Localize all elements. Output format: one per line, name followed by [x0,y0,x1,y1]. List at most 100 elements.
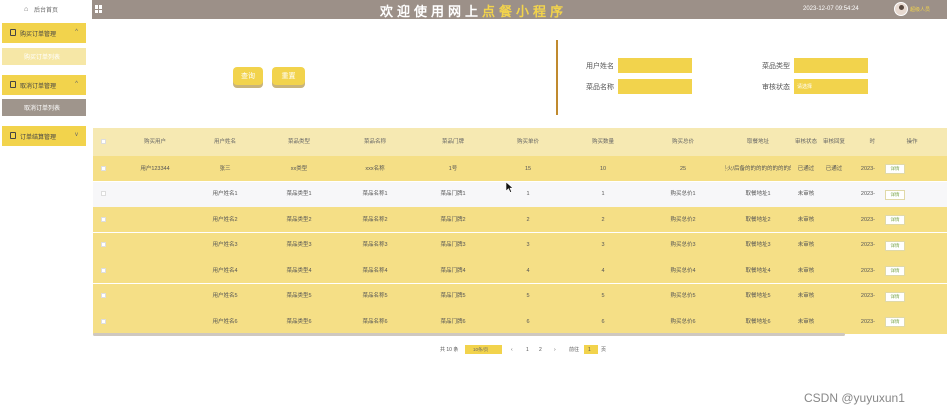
audit-status-select[interactable]: 请选择 [794,79,868,94]
col-header: 购买数量 [591,139,614,145]
table-cell [821,182,847,207]
row-checkbox[interactable] [101,191,106,196]
table-cell: 4 [526,267,530,274]
col-header: 菜品类型 [287,139,310,145]
detail-button[interactable]: 详情 [885,215,905,225]
table-row[interactable]: 用户姓名6 菜品类型6 菜品名称6 菜品门牌6 6 6 购买总价6 取餐地址6 未审核 2023-… [93,309,947,334]
username-input[interactable] [618,58,692,73]
sidebar-item-purchase-order-list[interactable]: 购买订单列表 [2,48,86,65]
table-cell: 5 [526,293,530,299]
home-link[interactable]: ⌂ 后台首页 [0,0,92,19]
dish-name-input[interactable] [618,79,692,94]
horizontal-scrollbar[interactable] [93,333,845,336]
detail-button[interactable]: 详情 [885,317,905,327]
table-row[interactable]: 用户姓名2 菜品类型2 菜品名称2 菜品门牌2 2 2 购买总价2 取餐地址2 未审核 2023-… [93,207,947,232]
table-cell: 2023- [860,216,875,223]
page-size-select[interactable]: 10条/页 [465,345,502,354]
row-checkbox[interactable] [101,216,106,222]
table-cell: 购买总价6 [670,318,696,325]
table-cell: 用户姓名6 [212,318,238,325]
table-cell: 取餐地址5 [745,293,771,299]
title-part-2: 点餐小程序 [482,4,568,19]
table-cell: 用户姓名2 [212,216,238,223]
table-cell: 6 [526,318,530,325]
divider [556,40,558,115]
table-row[interactable]: 用户姓名4 菜品类型4 菜品名称4 菜品门牌4 4 4 购买总价4 取餐地址4 未审核 2023-… [93,258,947,283]
table-cell: 取餐地址6 [745,318,771,325]
col-header: 购买用户 [143,139,166,145]
table-row[interactable]: 用户123344 张三 xx类型 xxx名称 1号 15 10 25 冬火/后备的的的的的的的的… [93,156,947,181]
sidebar: 购买订单管理 ^ 购买订单列表 取消订单管理 ^ 取消订单列表 订单结算管理 v [0,19,92,414]
table-cell: 未审核 [797,216,815,223]
reset-button[interactable]: 重置 [272,67,305,85]
table-cell [123,284,187,309]
table-cell: 用户姓名5 [212,293,238,299]
table-cell: 菜品门牌6 [440,318,466,325]
table-cell: 3 [601,242,605,248]
table-cell: 未审核 [797,191,815,197]
table-row[interactable]: 用户姓名1 菜品类型1 菜品名称1 菜品门牌1 1 1 购买总价1 取餐地址1 未审核 2023-… [93,181,947,207]
user-role-label[interactable]: 超级人员 [910,6,930,13]
sidebar-group-cancel-orders[interactable]: 取消订单管理 ^ [2,75,86,95]
detail-button[interactable]: 详情 [885,291,905,302]
table-cell: 菜品门牌3 [440,242,466,248]
table-cell: 已通过 [825,165,843,172]
next-page-button[interactable]: › [554,345,556,354]
table-cell: 1 [601,191,605,197]
table-cell [123,182,187,207]
sidebar-group-order-settlement[interactable]: 订单结算管理 v [2,126,86,146]
table-cell: 菜品名称5 [362,293,388,299]
row-checkbox[interactable] [101,267,106,273]
goto-page-value: 1 [588,346,591,353]
page-2-button[interactable]: 2 [539,345,542,354]
detail-button[interactable]: 详情 [885,189,905,200]
query-button[interactable]: 查询 [233,67,263,85]
table-cell [821,258,847,283]
document-icon [10,29,16,36]
table-cell [123,258,187,283]
table-cell: 2023- [860,318,875,325]
prev-page-button[interactable]: ‹ [511,345,513,354]
dish-type-input[interactable] [794,58,868,73]
detail-button[interactable]: 详情 [885,240,905,251]
table-cell: 菜品名称3 [362,242,388,248]
row-checkbox[interactable] [101,318,106,324]
page-1-button[interactable]: 1 [526,345,529,354]
table-cell: 2023- [860,165,875,172]
table-cell: 菜品类型6 [286,318,312,325]
detail-button[interactable]: 详情 [885,266,905,276]
row-checkbox[interactable] [101,165,106,171]
goto-page-input[interactable] [584,345,598,354]
grid-menu-icon[interactable] [95,5,103,13]
mouse-cursor-icon [506,182,514,193]
detail-button[interactable]: 详情 [885,164,905,174]
table-cell: 菜品门牌2 [440,216,466,223]
row-checkbox[interactable] [101,242,106,247]
dish-name-label: 菜品名称 [586,84,614,91]
table-row[interactable]: 用户姓名5 菜品类型5 菜品名称5 菜品门牌5 5 5 购买总价5 取餐地址5 未审核 2023-… [93,283,947,309]
col-header: 用户姓名 [213,139,236,145]
chevron-up-icon: ^ [75,81,78,87]
table-cell: 菜品名称2 [362,216,388,223]
table-cell: 取餐地址4 [745,267,771,274]
table-cell: 购买总价1 [670,191,696,197]
table-cell: xx类型 [290,165,308,172]
col-header: 取餐地址 [746,139,769,145]
row-checkbox[interactable] [101,293,106,298]
dish-type-label: 菜品类型 [762,63,790,70]
table-cell: 菜品门牌4 [440,267,466,274]
select-all-checkbox[interactable] [101,139,106,144]
table-row[interactable]: 用户姓名3 菜品类型3 菜品名称3 菜品门牌3 3 3 购买总价3 取餐地址3 未审核 2023-… [93,232,947,258]
col-header: 菜品名称 [363,139,386,145]
avatar[interactable] [894,2,908,16]
table-cell: 4 [601,267,605,274]
sidebar-group-purchase-orders[interactable]: 购买订单管理 ^ [2,23,86,43]
table-cell: 2023- [860,191,875,197]
username-label: 用户姓名 [586,63,614,70]
datetime-display: 2023-12-07 09:54:24 [803,6,859,12]
table-cell: 取餐地址3 [745,242,771,248]
table-cell: 菜品类型5 [286,293,312,299]
table-cell: 购买总价5 [670,293,696,299]
table-cell: 2023- [860,293,875,299]
sidebar-item-cancel-order-list[interactable]: 取消订单列表 [2,99,86,116]
